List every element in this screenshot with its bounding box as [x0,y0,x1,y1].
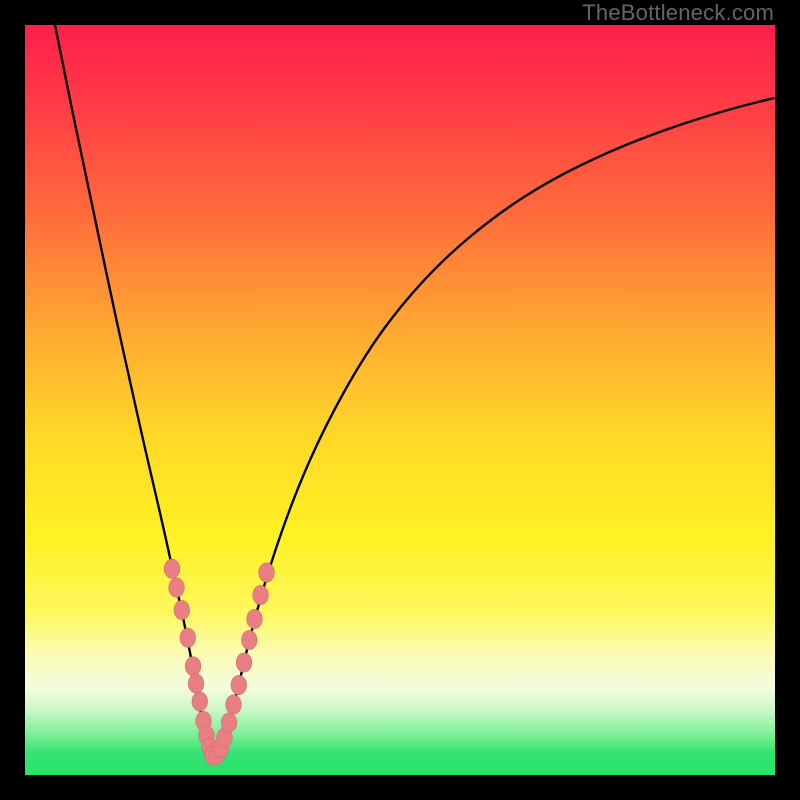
gradient-background [25,25,775,775]
curve-marker [188,674,204,693]
curve-marker [253,585,269,604]
curve-marker [164,559,180,578]
curve-marker [241,630,257,649]
curve-marker [247,609,263,628]
curve-marker [169,578,185,597]
curve-marker [226,695,242,714]
curve-marker [231,675,247,694]
chart-frame [25,25,775,775]
curve-marker [192,692,208,711]
bottleneck-chart [25,25,775,775]
curve-marker [180,628,196,647]
curve-marker [185,657,201,676]
curve-marker [174,600,190,619]
watermark-text: TheBottleneck.com [582,0,774,26]
curve-marker [259,563,275,582]
curve-marker [221,713,237,732]
curve-marker [236,653,252,672]
